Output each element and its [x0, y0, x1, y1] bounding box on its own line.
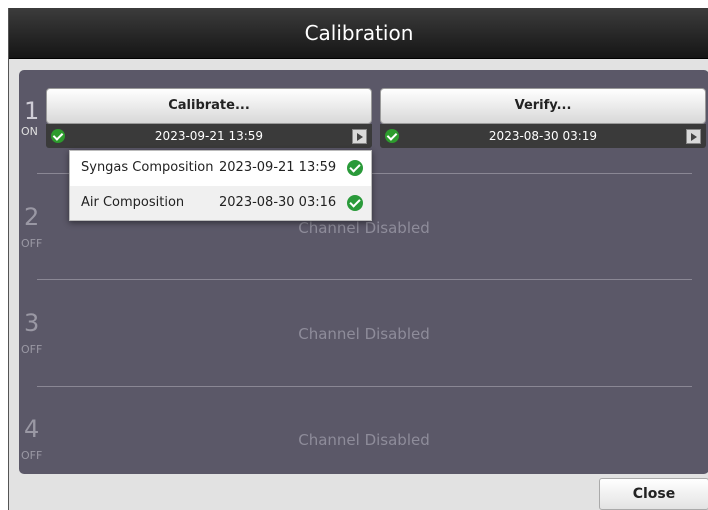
channel-disabled-text: Channel Disabled — [298, 431, 430, 449]
calibrate-date: 2023-09-21 13:59 — [154, 129, 264, 143]
channel-state: OFF — [21, 343, 43, 356]
close-button[interactable]: Close — [599, 478, 708, 510]
calibrate-button[interactable]: Calibrate... — [46, 88, 372, 124]
popup-row-name: Air Composition — [81, 195, 185, 210]
title-bar: Calibration — [9, 8, 708, 59]
channel-disabled-text: Channel Disabled — [298, 325, 430, 343]
verify-button[interactable]: Verify... — [380, 88, 706, 124]
app-root: Calibration 1 ON Calibrate... 2023-09-21… — [0, 0, 708, 510]
check-circle-icon — [347, 160, 363, 176]
channel-state: ON — [21, 125, 38, 138]
channel-disabled-text: Channel Disabled — [298, 219, 430, 237]
divider — [37, 279, 692, 280]
divider — [37, 386, 692, 387]
verify-date: 2023-08-30 03:19 — [488, 129, 598, 143]
channel-state: OFF — [21, 237, 43, 250]
channel-number: 1 — [24, 97, 40, 125]
popup-row-date: 2023-09-21 13:59 — [219, 160, 337, 175]
channels-panel: 1 ON Calibrate... 2023-09-21 13:59 Verif… — [19, 70, 708, 474]
popup-row[interactable]: Syngas Composition 2023-09-21 13:59 — [70, 151, 371, 185]
popup-row[interactable]: Air Composition 2023-08-30 03:16 — [70, 186, 371, 220]
dialog-title: Calibration — [304, 21, 414, 45]
verify-details-chevron-icon[interactable] — [686, 129, 701, 144]
verify-status-bar: 2023-08-30 03:19 — [380, 124, 706, 148]
calibrate-details-chevron-icon[interactable] — [352, 129, 367, 144]
channel-state: OFF — [21, 449, 43, 462]
popup-row-date: 2023-08-30 03:16 — [219, 195, 337, 210]
calibration-dialog: Calibration 1 ON Calibrate... 2023-09-21… — [8, 8, 708, 510]
calibration-details-popup: Syngas Composition 2023-09-21 13:59 Air … — [69, 150, 372, 221]
calibrate-status-bar: 2023-09-21 13:59 — [46, 124, 372, 148]
check-circle-icon — [347, 195, 363, 211]
popup-row-name: Syngas Composition — [81, 160, 214, 175]
